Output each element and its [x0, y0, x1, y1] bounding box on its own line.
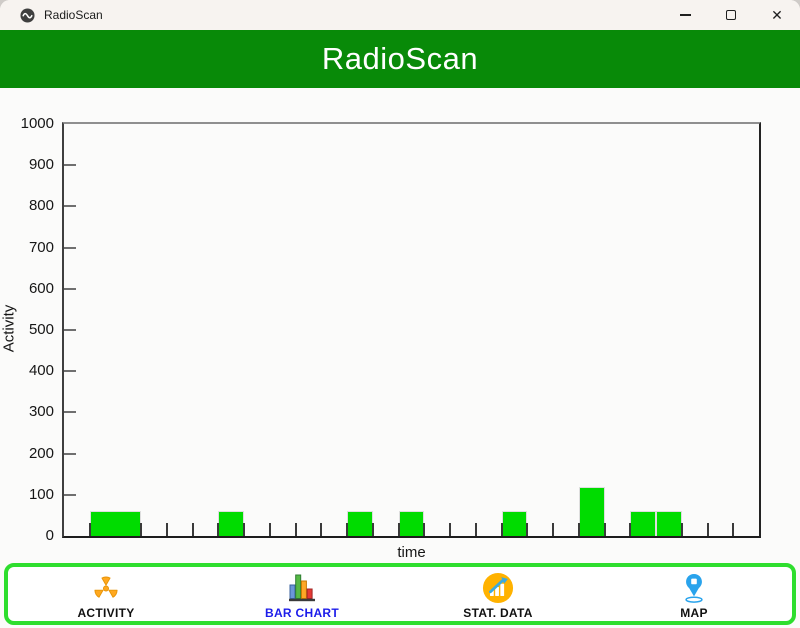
y-axis-tick [64, 494, 76, 496]
x-axis-tick [526, 523, 528, 536]
tab-bar-chart-label: BAR CHART [265, 606, 339, 620]
x-axis-tick [707, 523, 709, 536]
y-axis-tick-label: 300 [0, 403, 54, 421]
tab-map[interactable]: MAP [596, 567, 792, 621]
y-axis-tick-label: 100 [0, 486, 54, 504]
chart-bar [502, 511, 528, 536]
y-axis-tick [64, 205, 76, 207]
x-axis-tick [552, 523, 554, 536]
x-axis-tick [295, 523, 297, 536]
close-button[interactable]: ✕ [754, 0, 800, 30]
x-axis-tick [243, 523, 245, 536]
app-header: RadioScan [0, 30, 800, 88]
map-pin-icon [680, 572, 708, 604]
y-axis-tick [64, 453, 76, 455]
y-axis-tick [64, 411, 76, 413]
x-axis-tick [140, 523, 142, 536]
close-icon: ✕ [771, 8, 783, 22]
x-axis-tick [346, 523, 348, 536]
x-axis-tick [192, 523, 194, 536]
x-axis-tick [398, 523, 400, 536]
x-axis-tick [604, 523, 606, 536]
x-axis-tick [269, 523, 271, 536]
window-controls: ✕ [662, 0, 800, 30]
tab-map-label: MAP [680, 606, 708, 620]
app-window: RadioScan ✕ RadioScan 100090080070060050… [0, 0, 800, 628]
maximize-button[interactable] [708, 0, 754, 30]
y-axis-tick-label: 700 [0, 239, 54, 257]
plot-area [62, 122, 761, 538]
x-axis-title: time [62, 544, 761, 561]
tab-stat-data[interactable]: STAT. DATA [400, 567, 596, 621]
bar-chart-icon [288, 573, 316, 603]
y-axis-tick [64, 164, 76, 166]
chart-bar [579, 487, 605, 536]
y-axis-tick-label: 0 [0, 527, 54, 545]
x-axis-tick [681, 523, 683, 536]
x-axis-tick [578, 523, 580, 536]
radiation-icon [91, 574, 121, 603]
y-axis-title: Activity [1, 274, 18, 384]
y-axis-tick [64, 288, 76, 290]
chart-bar [90, 511, 141, 536]
chart-bar [630, 511, 656, 536]
y-axis-tick [64, 247, 76, 249]
x-axis-tick [475, 523, 477, 536]
window-title: RadioScan [44, 8, 103, 22]
y-axis-tick [64, 329, 76, 331]
bar-chart-panel: 10009008007006005004003002001000 Activit… [0, 88, 800, 563]
bottom-navbar: ACTIVITY BAR CHART [4, 563, 796, 625]
minimize-button[interactable] [662, 0, 708, 30]
maximize-icon [726, 10, 736, 20]
y-axis-tick-label: 900 [0, 156, 54, 174]
x-axis-tick [423, 523, 425, 536]
y-axis-tick [64, 370, 76, 372]
chart-bar [347, 511, 373, 536]
chart-bar [656, 511, 682, 536]
x-axis-tick [501, 523, 503, 536]
x-axis-tick [166, 523, 168, 536]
x-axis-tick [320, 523, 322, 536]
minimize-icon [680, 14, 691, 16]
x-axis-tick [372, 523, 374, 536]
chart-bar [399, 511, 425, 536]
chart-bar [218, 511, 244, 536]
x-axis-tick [89, 523, 91, 536]
tab-stat-data-label: STAT. DATA [463, 606, 532, 620]
x-axis-tick [629, 523, 631, 536]
x-axis-tick [449, 523, 451, 536]
page-title: RadioScan [322, 41, 478, 77]
tab-bar-chart[interactable]: BAR CHART [204, 567, 400, 621]
window-titlebar: RadioScan ✕ [0, 0, 800, 30]
y-axis-tick-label: 800 [0, 197, 54, 215]
x-axis-tick [217, 523, 219, 536]
y-axis-tick-label: 200 [0, 445, 54, 463]
tab-activity-label: ACTIVITY [77, 606, 134, 620]
y-axis-tick-label: 1000 [0, 115, 54, 133]
app-icon [20, 8, 35, 23]
tab-activity[interactable]: ACTIVITY [8, 567, 204, 621]
x-axis-tick [732, 523, 734, 536]
stats-icon [482, 572, 514, 604]
